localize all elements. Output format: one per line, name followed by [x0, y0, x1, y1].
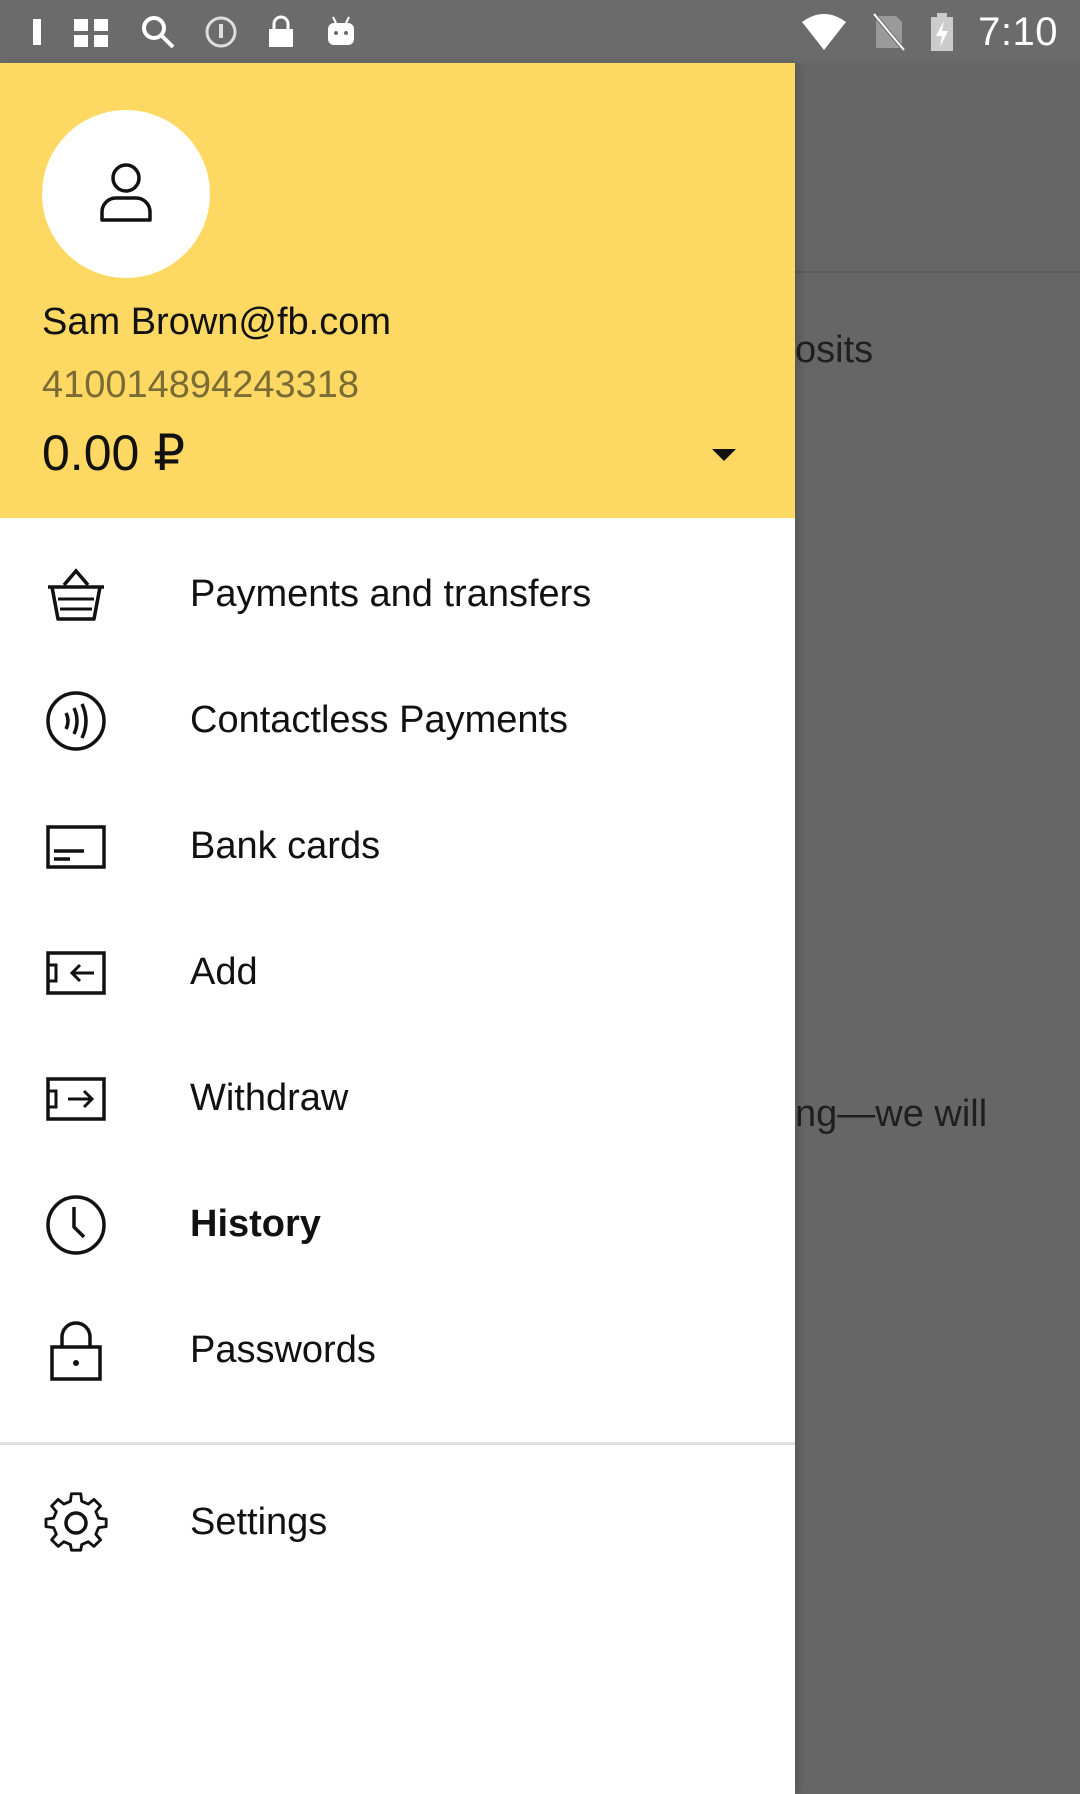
user-email: Sam Brown@fb.com: [42, 301, 392, 343]
menu-item-contactless-payments[interactable]: Contactless Payments: [0, 669, 795, 779]
status-bar-left-icons: [30, 12, 358, 52]
menu-item-bank-cards[interactable]: Bank cards: [0, 795, 795, 905]
gear-icon: [44, 1491, 108, 1555]
lock-icon: [266, 15, 296, 49]
no-sim-icon: [872, 12, 906, 52]
menu-item-history[interactable]: History: [0, 1173, 795, 1283]
navigation-drawer: Sam Brown@fb.com 410014894243318 0.00 ₽ …: [0, 63, 795, 1794]
menu-item-label: Contactless Payments: [190, 699, 569, 741]
status-bar: 7:10: [0, 0, 1080, 63]
status-bar-right-icons: 7:10: [800, 8, 1058, 56]
notification-icon: [30, 15, 44, 49]
contactless-icon: [44, 689, 108, 753]
battery-charging-icon: [930, 12, 954, 52]
add-funds-icon: [44, 941, 108, 1005]
wifi-icon: [800, 12, 848, 52]
withdraw-icon: [44, 1067, 108, 1131]
status-bar-time: 7:10: [978, 9, 1058, 54]
account-dropdown-arrow-icon[interactable]: [708, 445, 740, 465]
background-toolbar-divider: [795, 271, 1080, 273]
menu-item-label: Passwords: [190, 1329, 376, 1371]
search-icon: [140, 14, 176, 50]
menu-item-label: History: [190, 1203, 321, 1245]
menu-item-withdraw[interactable]: Withdraw: [0, 1047, 795, 1157]
lock-icon: [44, 1319, 108, 1383]
info-icon: [204, 15, 238, 49]
menu-divider: [0, 1442, 795, 1445]
menu-item-label: Withdraw: [190, 1077, 349, 1119]
person-icon: [96, 160, 156, 229]
menu-item-payments-and-transfers[interactable]: Payments and transfers: [0, 543, 795, 653]
background-text-1: osits: [795, 329, 874, 371]
clock-icon: [44, 1193, 108, 1257]
android-icon: [324, 15, 358, 49]
background-text-2: ng—we will: [795, 1093, 988, 1135]
menu-item-settings[interactable]: Settings: [0, 1471, 795, 1581]
menu-item-label: Add: [190, 951, 258, 993]
avatar[interactable]: [42, 110, 210, 278]
menu-item-label: Settings: [190, 1501, 328, 1543]
grid-icon: [72, 15, 112, 49]
account-number: 410014894243318: [42, 364, 360, 406]
menu-item-add[interactable]: Add: [0, 921, 795, 1031]
basket-icon: [44, 563, 108, 627]
menu-item-passwords[interactable]: Passwords: [0, 1299, 795, 1409]
card-icon: [44, 815, 108, 879]
drawer-header: Sam Brown@fb.com 410014894243318 0.00 ₽: [0, 63, 795, 518]
menu-item-label: Bank cards: [190, 825, 381, 867]
menu-item-label: Payments and transfers: [190, 573, 592, 615]
balance: 0.00 ₽: [42, 425, 186, 481]
